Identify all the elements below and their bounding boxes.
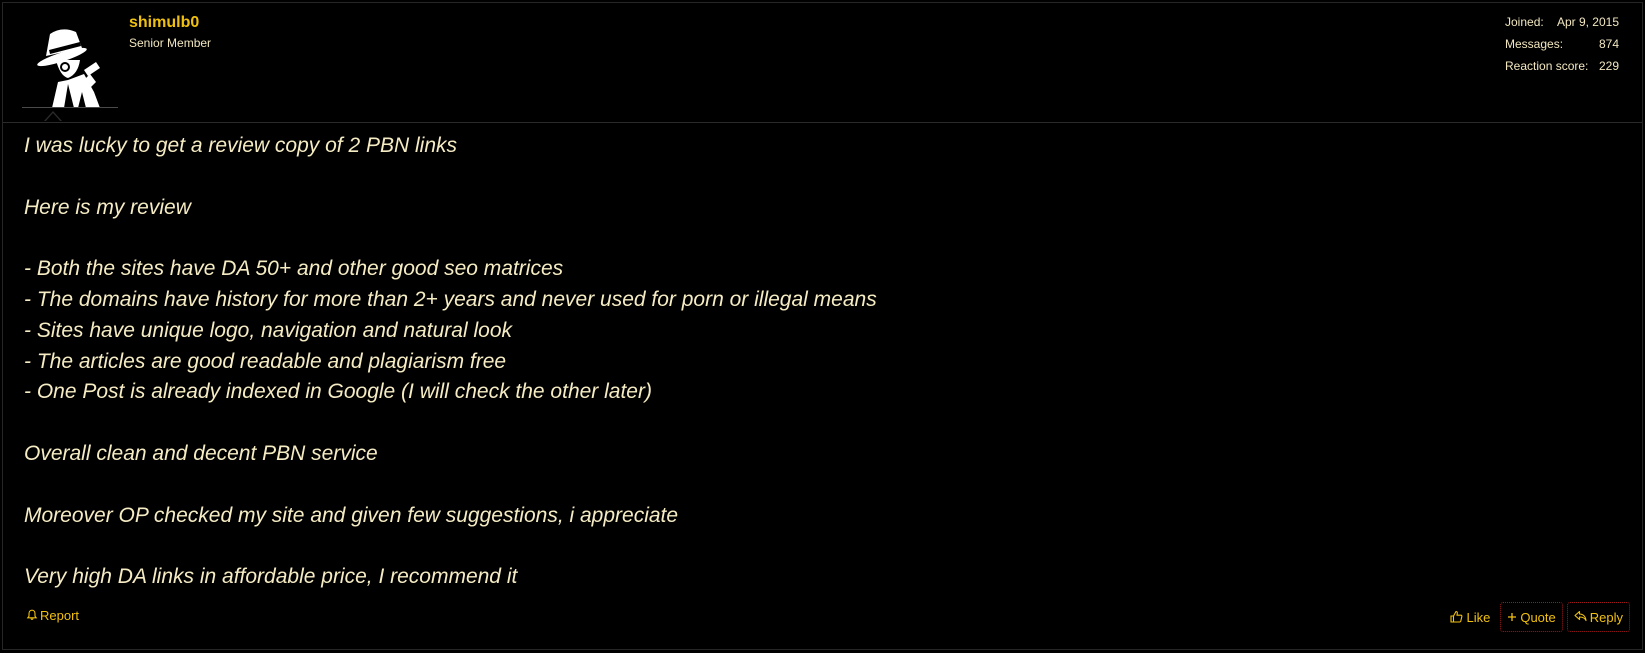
username-link[interactable]: shimulb0 [129,14,199,32]
stat-reaction-score: Reaction score: 229 [1505,58,1619,80]
stat-value: Apr 9, 2015 [1556,15,1619,29]
report-label: Report [40,608,80,623]
message-line: I was lucky to get a review copy of 2 PB… [24,134,458,157]
avatar-divider [22,107,118,108]
stat-label: Messages: [1505,37,1564,51]
stat-joined: Joined: Apr 9, 2015 [1505,14,1619,36]
like-button[interactable]: Like [1444,602,1496,632]
bell-icon [26,609,38,623]
message-header: shimulb0 Senior Member Joined: Apr 9, 20… [3,3,1642,123]
stat-label: Joined: [1505,15,1544,29]
message-line: - One Post is already indexed in Google … [24,380,652,404]
stat-value: 229 [1598,59,1619,73]
message-actions: Like Quote Reply [1444,602,1630,632]
message-line: Moreover OP checked my site and given fe… [24,503,679,527]
message-body: I was lucky to get a review copy of 2 PB… [24,131,1622,593]
reply-button[interactable]: Reply [1566,602,1630,632]
message-line [24,223,1622,254]
message-line [24,470,1622,501]
thumbs-up-icon [1450,610,1463,625]
reply-label: Reply [1589,609,1623,625]
stat-label: Reaction score: [1505,59,1589,73]
message-line [24,408,1622,439]
like-label: Like [1466,609,1491,625]
message-post: shimulb0 Senior Member Joined: Apr 9, 20… [2,2,1643,650]
plus-icon [1507,611,1517,624]
message-line [24,162,1622,193]
quote-button[interactable]: Quote [1500,602,1563,632]
quote-label: Quote [1520,609,1556,625]
message-line: Here is my review [24,195,191,219]
message-line: - Both the sites have DA 50+ and other g… [24,257,564,281]
message-line: - The domains have history for more than… [24,287,877,311]
report-button[interactable]: Report [26,608,79,623]
message-line: Very high DA links in affordable price, … [24,565,518,589]
stat-value: 874 [1598,37,1619,51]
user-stats: Joined: Apr 9, 2015 Messages: 874 Reacti… [1505,14,1619,80]
reply-arrow-icon [1574,610,1587,624]
user-title: Senior Member [129,36,212,50]
message-footer: Report Like Quote Reply [3,602,1642,638]
message-line: - The articles are good readable and pla… [24,349,507,373]
post-pointer-inner [45,113,61,122]
stat-messages: Messages: 874 [1505,36,1619,58]
message-line: Overall clean and decent PBN service [24,441,378,465]
avatar-image [22,12,118,108]
user-avatar[interactable] [22,12,118,108]
message-line: - Sites have unique logo, navigation and… [24,318,513,342]
message-line [24,531,1622,562]
